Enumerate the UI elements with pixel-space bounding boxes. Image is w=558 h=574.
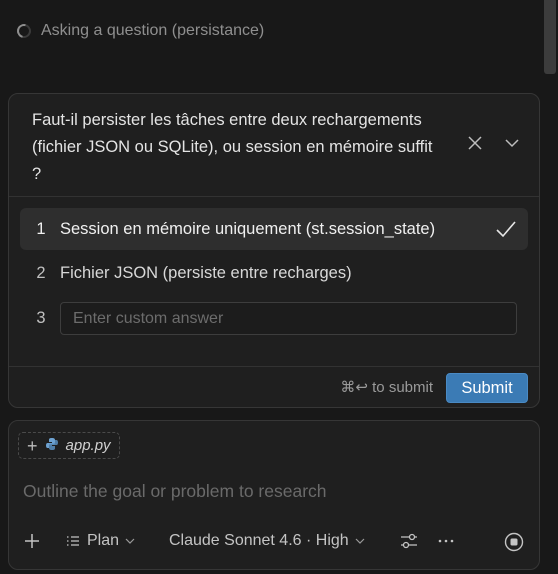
option-1[interactable]: 1 Session en mémoire uniquement (st.sess… bbox=[20, 208, 528, 250]
add-button[interactable] bbox=[23, 532, 41, 550]
model-dropdown[interactable]: Claude Sonnet 4.6 · High bbox=[169, 532, 365, 550]
loading-spinner-icon bbox=[14, 21, 34, 41]
question-header: Faut-il persister les tâches entre deux … bbox=[9, 94, 539, 197]
stop-icon bbox=[504, 532, 524, 552]
close-icon[interactable] bbox=[467, 135, 483, 151]
scrollbar-thumb[interactable] bbox=[544, 0, 556, 74]
chevron-down-icon[interactable] bbox=[504, 135, 520, 151]
custom-answer-input[interactable] bbox=[60, 302, 517, 335]
checkmark-icon bbox=[496, 220, 516, 238]
attachment-chip[interactable]: + app.py bbox=[18, 432, 120, 459]
submit-shortcut-hint: ⌘↩ to submit bbox=[340, 379, 433, 396]
submit-button[interactable]: Submit bbox=[446, 373, 528, 403]
option-3-custom: 3 bbox=[20, 297, 60, 339]
question-footer: ⌘↩ to submit Submit bbox=[9, 366, 539, 407]
python-icon bbox=[45, 437, 59, 455]
model-label: Claude Sonnet 4.6 · High bbox=[169, 532, 349, 549]
more-icon bbox=[438, 539, 454, 543]
option-2[interactable]: 2 Fichier JSON (persiste entre recharges… bbox=[20, 252, 528, 294]
question-card: Faut-il persister les tâches entre deux … bbox=[8, 93, 540, 408]
mode-dropdown[interactable]: Plan bbox=[65, 532, 135, 550]
more-button[interactable] bbox=[437, 532, 455, 550]
status-row: Asking a question (persistance) bbox=[14, 21, 265, 41]
option-number: 1 bbox=[36, 219, 46, 238]
composer-toolbar: Plan Claude Sonnet 4.6 · High bbox=[9, 529, 539, 559]
chevron-down-icon bbox=[355, 538, 365, 544]
question-text: Faut-il persister les tâches entre deux … bbox=[32, 111, 433, 183]
settings-button[interactable] bbox=[399, 532, 419, 550]
sliders-icon bbox=[401, 533, 417, 549]
composer-input[interactable] bbox=[23, 479, 523, 503]
chevron-down-icon bbox=[125, 538, 135, 544]
option-label: Fichier JSON (persiste entre recharges) bbox=[60, 263, 352, 282]
stop-button[interactable] bbox=[504, 532, 524, 552]
list-icon bbox=[67, 536, 79, 546]
mode-label: Plan bbox=[87, 532, 120, 549]
option-number: 3 bbox=[36, 308, 46, 327]
attachment-name: app.py bbox=[65, 437, 111, 454]
plus-icon bbox=[25, 534, 39, 548]
option-number: 2 bbox=[36, 263, 46, 282]
plus-icon[interactable]: + bbox=[27, 437, 38, 455]
status-text: Asking a question (persistance) bbox=[41, 22, 265, 39]
option-label: Session en mémoire uniquement (st.sessio… bbox=[60, 219, 436, 238]
composer: + app.py Plan Claude Sonnet 4.6 · High bbox=[8, 420, 540, 570]
